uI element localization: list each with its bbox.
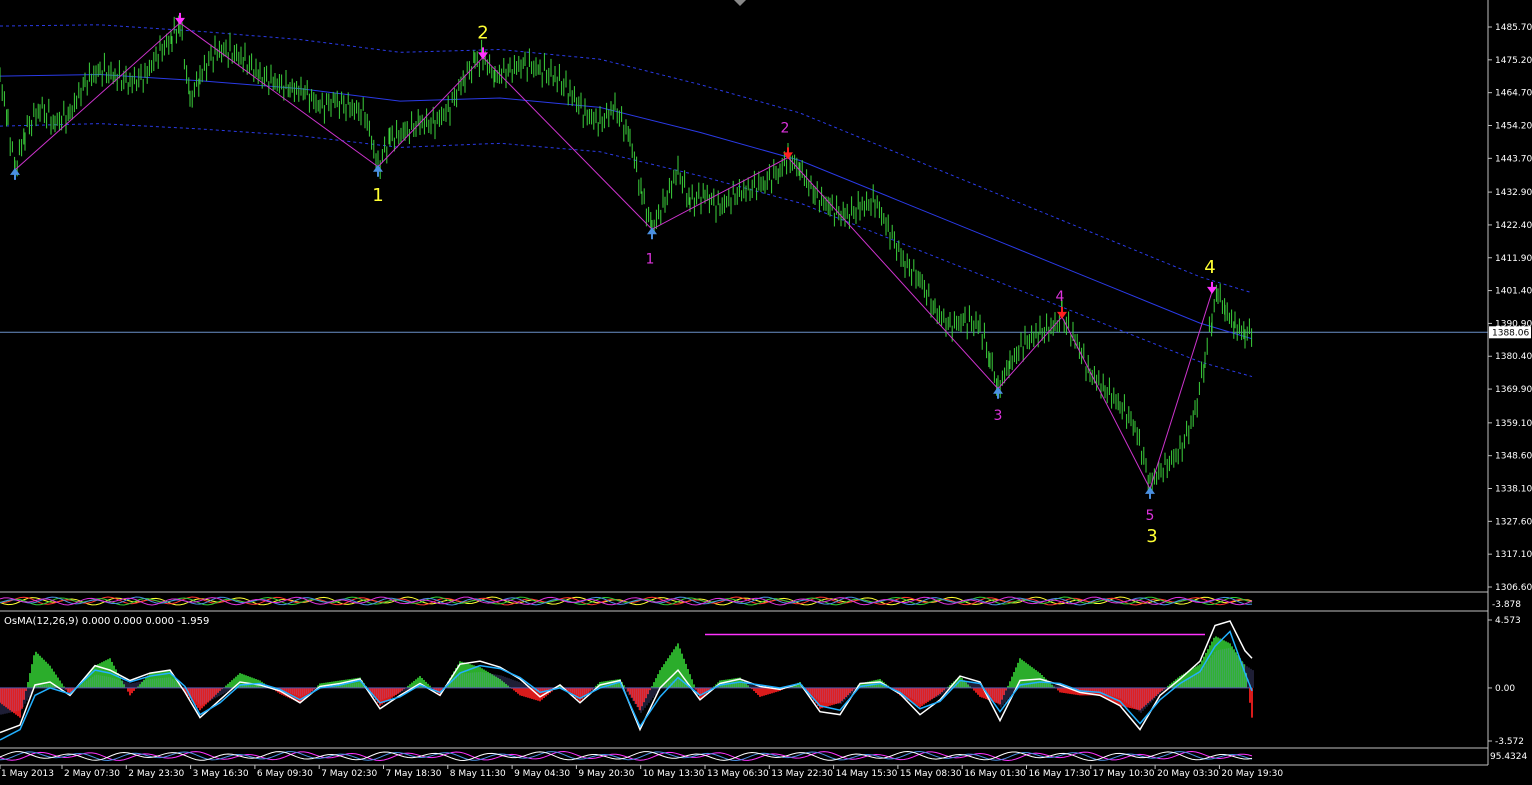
wave-label: 3: [994, 408, 1003, 424]
x-tick-label: 8 May 11:30: [450, 769, 506, 779]
osma-tick-label: -3.572: [1495, 737, 1524, 747]
x-tick-label: 17 May 10:30: [1093, 769, 1155, 779]
price-tick-label: 1454.20: [1495, 121, 1532, 131]
x-tick-label: 2 May 07:30: [64, 769, 120, 779]
x-tick-label: 2 May 23:30: [128, 769, 184, 779]
trading-chart[interactable]: 2 1 2 1 4 3 4 5 3 1485.70 1475.20 1464.70 1454.20 14…: [0, 0, 1532, 785]
wave-label: 3: [1146, 526, 1157, 547]
price-tick-label: 1432.90: [1495, 188, 1532, 198]
price-tick-label: 1380.40: [1495, 352, 1532, 362]
osma-title: OsMA(12,26,9) 0.000 0.000 0.000 -1.959: [4, 616, 209, 627]
x-tick-label: 16 May 17:30: [1029, 769, 1091, 779]
wave-label: 5: [1146, 508, 1155, 524]
price-tick-label: 1348.60: [1495, 452, 1532, 462]
price-tick-label: 1369.90: [1495, 385, 1532, 395]
x-tick-label: 13 May 06:30: [707, 769, 769, 779]
price-tick-label: 1422.40: [1495, 221, 1532, 231]
price-tick-label: 1327.60: [1495, 517, 1532, 527]
x-tick-label: 1 May 2013: [1, 769, 54, 779]
price-tick-label: 1443.70: [1495, 154, 1532, 164]
price-tick-label: 1401.40: [1495, 287, 1532, 297]
wave-label: 1: [646, 252, 655, 268]
x-tick-label: 16 May 01:30: [964, 769, 1026, 779]
price-tick-label: 1317.10: [1495, 550, 1532, 560]
wave-label: 4: [1056, 289, 1065, 305]
current-price-label: 1388.06: [1492, 328, 1529, 338]
x-tick-label: 13 May 22:30: [771, 769, 833, 779]
price-tick-label: 1485.70: [1495, 23, 1532, 33]
price-tick-label: 1475.20: [1495, 56, 1532, 66]
osma-tick-label: 4.573: [1495, 616, 1521, 626]
x-tick-label: 9 May 20:30: [578, 769, 634, 779]
osma-tick-label: 0.00: [1495, 684, 1515, 694]
mini-indicator-value: -3.878: [1492, 600, 1521, 610]
price-tick-label: 1338.10: [1495, 485, 1532, 495]
wave-label: 1: [372, 185, 383, 206]
price-tick-label: 1411.90: [1495, 254, 1532, 264]
x-tick-label: 10 May 13:30: [643, 769, 705, 779]
price-tick-label: 1359.10: [1495, 419, 1532, 429]
bottom-indicator-value: 95.4324: [1490, 752, 1527, 762]
x-tick-label: 15 May 08:30: [900, 769, 962, 779]
x-tick-label: 9 May 04:30: [514, 769, 570, 779]
chart-background: [0, 0, 1532, 785]
x-tick-label: 20 May 19:30: [1221, 769, 1283, 779]
wave-label: 4: [1204, 257, 1215, 278]
x-tick-label: 6 May 09:30: [257, 769, 313, 779]
wave-label: 2: [781, 120, 790, 136]
price-tick-label: 1464.70: [1495, 89, 1532, 99]
wave-label: 2: [477, 23, 488, 44]
x-tick-label: 7 May 18:30: [386, 769, 442, 779]
x-tick-label: 7 May 02:30: [321, 769, 377, 779]
x-tick-label: 14 May 15:30: [836, 769, 898, 779]
x-tick-label: 20 May 03:30: [1157, 769, 1219, 779]
price-tick-label: 1306.60: [1495, 583, 1532, 593]
x-tick-label: 3 May 16:30: [193, 769, 249, 779]
